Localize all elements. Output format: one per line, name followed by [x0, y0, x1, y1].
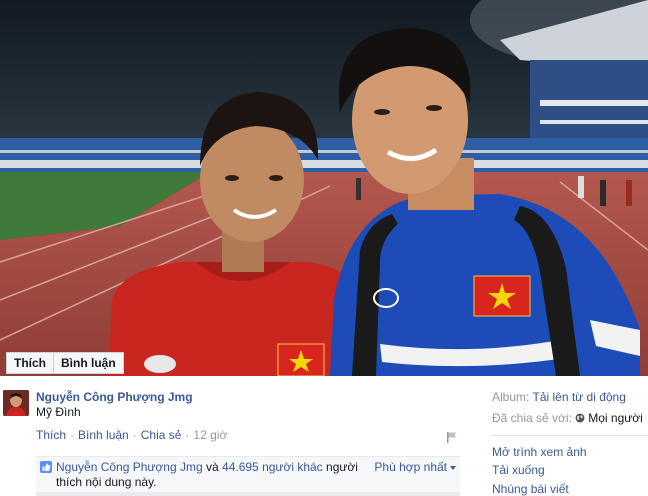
shared-with-row: Đã chia sẻ với: Mọi người — [492, 411, 643, 425]
post-author-link[interactable]: Nguyễn Công Phượng Jmg — [36, 390, 193, 404]
photo[interactable]: Thích Bình luận — [0, 0, 648, 376]
post-action-bar: Thích · Bình luận · Chia sẻ · 12 giờ — [36, 428, 227, 442]
liker-name-link[interactable]: Nguyễn Công Phượng Jmg — [56, 460, 203, 474]
share-link[interactable]: Chia sẻ — [141, 428, 182, 442]
photo-comment-button[interactable]: Bình luận — [54, 352, 124, 374]
sidebar-divider — [490, 435, 648, 436]
avatar-image — [3, 390, 29, 416]
album-link[interactable]: Tải lên từ di động — [532, 390, 625, 404]
likes-summary: Nguyễn Công Phượng Jmg và 44.695 người k… — [36, 456, 460, 492]
other-likers-link[interactable]: 44.695 người khác — [222, 460, 323, 474]
post-location: Mỹ Đình — [36, 405, 81, 419]
likes-conjunction: và — [206, 460, 219, 474]
comment-area-divider — [36, 492, 460, 496]
shared-with-label: Đã chia sẻ với: — [492, 411, 572, 425]
open-photo-viewer-link[interactable]: Mở trình xem ảnh — [492, 445, 587, 459]
globe-icon — [575, 413, 585, 423]
album-label: Album: — [492, 390, 530, 404]
post-timestamp[interactable]: 12 giờ — [193, 428, 227, 442]
separator-dot: · — [132, 428, 137, 442]
separator-dot: · — [185, 428, 190, 442]
separator-dot: · — [70, 428, 75, 442]
photo-like-button[interactable]: Thích — [6, 352, 54, 374]
post-panel: Nguyễn Công Phượng Jmg Mỹ Đình Thích · B… — [0, 376, 470, 496]
comment-sort-dropdown[interactable]: Phù hợp nhất — [374, 460, 456, 474]
thumbs-up-icon — [40, 461, 52, 473]
photo-sidebar: Album: Tải lên từ di động Đã chia sẻ với… — [470, 376, 648, 496]
like-link[interactable]: Thích — [36, 428, 66, 442]
album-row: Album: Tải lên từ di động — [492, 390, 626, 404]
comment-sort-label: Phù hợp nhất — [374, 460, 447, 474]
report-flag-icon[interactable] — [446, 431, 458, 443]
chevron-down-icon — [450, 465, 456, 470]
photo-action-bar: Thích Bình luận — [6, 352, 124, 374]
comment-link[interactable]: Bình luận — [78, 428, 129, 442]
likes-text: Nguyễn Công Phượng Jmg và 44.695 người k… — [56, 460, 366, 490]
audience-value[interactable]: Mọi người — [588, 411, 643, 425]
photo-image — [0, 0, 648, 376]
avatar[interactable] — [3, 390, 29, 416]
download-link[interactable]: Tải xuống — [492, 463, 545, 477]
embed-post-link[interactable]: Nhúng bài viết — [492, 482, 569, 496]
